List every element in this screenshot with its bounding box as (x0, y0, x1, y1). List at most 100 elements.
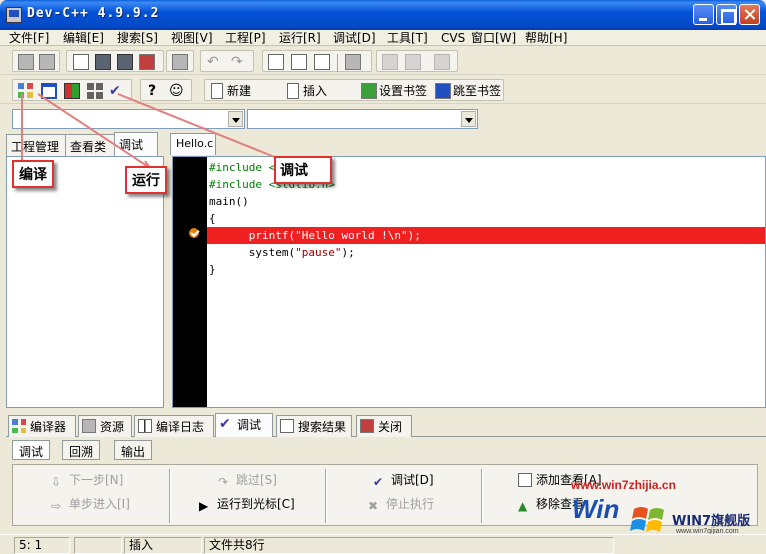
remove-icon[interactable] (434, 54, 450, 70)
stop-icon: ✖ (368, 499, 379, 513)
stop-button[interactable]: ✖ 停止执行 (368, 495, 434, 515)
string-literal: "pause" (295, 246, 342, 259)
minimize-button[interactable] (693, 4, 714, 25)
subtab-debug[interactable]: 调试 (12, 440, 51, 460)
tab-debug-output[interactable]: ✔ 调试 (215, 413, 273, 437)
compile-icon[interactable] (18, 83, 34, 99)
compile-log-icon (138, 419, 152, 433)
next-step-button[interactable]: ⇩ 下一步[N] (51, 471, 123, 491)
menu-window[interactable]: 窗口[W] (471, 30, 516, 46)
callout-debug: 调试 (274, 156, 332, 184)
watermark-badge: WIN7旗舰版 (672, 514, 751, 529)
about-icon[interactable]: ☺ (169, 82, 184, 100)
step-into-icon: ⇨ (51, 499, 62, 513)
toolbar-group-search (262, 50, 372, 72)
tab-class-browser[interactable]: 查看类 (65, 134, 115, 156)
close-file-icon[interactable] (139, 54, 155, 70)
remove-watch-icon: ▲ (518, 499, 528, 513)
code-line[interactable]: main() (207, 193, 765, 210)
menu-project[interactable]: 工程[P] (225, 30, 266, 46)
new-button[interactable]: 新建 (227, 83, 251, 99)
open-project-icon[interactable] (39, 54, 55, 70)
windows-logo-icon (630, 507, 664, 532)
print-icon[interactable] (172, 54, 188, 70)
tab-compiler[interactable]: 编译器 (8, 415, 76, 437)
new-project-icon[interactable] (18, 54, 34, 70)
next-step-icon: ⇩ (51, 475, 62, 489)
find-icon[interactable] (268, 54, 284, 70)
help-icon[interactable]: ? (148, 82, 156, 100)
code-line[interactable]: } (207, 261, 765, 278)
tab-compile-log[interactable]: 编译日志 (134, 415, 214, 437)
toolbar-group-undo: ↶ ↷ (200, 50, 254, 72)
save-all-icon[interactable] (117, 54, 133, 70)
run-to-cursor-button[interactable]: ▶ 运行到光标[C] (199, 495, 295, 515)
save-icon[interactable] (95, 54, 111, 70)
chevron-down-icon[interactable] (228, 111, 243, 127)
callout-compile: 编译 (12, 160, 54, 188)
new-icon[interactable] (211, 83, 223, 99)
gutter[interactable] (173, 157, 207, 407)
tab-project-manager[interactable]: 工程管理 (6, 134, 66, 156)
replace-icon[interactable] (291, 54, 307, 70)
back-icon[interactable] (382, 54, 398, 70)
menu-cvs[interactable]: CVS (441, 30, 465, 46)
breakpoint-line[interactable]: printf("Hello world !\n"); (207, 227, 765, 244)
new-file-icon[interactable] (73, 54, 89, 70)
code-line[interactable]: system("pause"); (207, 244, 765, 261)
tab-search-results[interactable]: 搜索结果 (276, 415, 352, 437)
goto-bookmark-icon[interactable] (435, 83, 451, 99)
menu-help[interactable]: 帮助[H] (525, 30, 567, 46)
run-icon[interactable] (41, 83, 57, 99)
status-bar: 5: 1 插入 文件共8行 (0, 534, 766, 554)
insert-button[interactable]: 插入 (303, 83, 327, 99)
member-combo[interactable] (247, 109, 478, 129)
redo-icon[interactable]: ↷ (231, 53, 243, 71)
watermark-url: www.win7zhijia.cn (571, 478, 676, 492)
menu-debug[interactable]: 调试[D] (333, 30, 376, 46)
find-next-icon[interactable] (314, 54, 330, 70)
tab-debug[interactable]: 调试 (114, 132, 158, 156)
app-icon[interactable] (6, 7, 22, 23)
tab-resources[interactable]: 资源 (78, 415, 132, 437)
close-button[interactable] (739, 4, 760, 25)
status-info: 文件共8行 (204, 537, 614, 554)
menu-tools[interactable]: 工具[T] (387, 30, 428, 46)
editor-tab-hello[interactable]: Hello.c (170, 133, 216, 155)
goto-bookmark-button[interactable]: 跳至书签 (453, 83, 501, 99)
toolbar-group-project (12, 50, 60, 72)
menu-run[interactable]: 运行[R] (279, 30, 321, 46)
toolbar-group-file (66, 50, 164, 72)
set-bookmark-icon[interactable] (361, 83, 377, 99)
debug-check-icon[interactable]: ✔ (109, 82, 121, 100)
tab-close[interactable]: 关闭 (356, 415, 412, 437)
search-icon (280, 419, 294, 433)
bottom-tabs: 编译器 资源 编译日志 ✔ 调试 搜索结果 关闭 (6, 413, 766, 437)
debug-check-icon: ✔ (373, 475, 384, 489)
subtab-output[interactable]: 输出 (114, 440, 153, 460)
undo-icon[interactable]: ↶ (207, 53, 219, 71)
menu-view[interactable]: 视图[V] (171, 30, 213, 46)
subtab-backtrace[interactable]: 回溯 (62, 440, 101, 460)
menu-edit[interactable]: 编辑[E] (63, 30, 104, 46)
chevron-down-icon[interactable] (461, 111, 476, 127)
code-editor[interactable]: #include <stdio.h> #include <stdlib.h> mai… (172, 156, 766, 408)
set-bookmark-button[interactable]: 设置书签 (379, 83, 427, 99)
status-mode: 插入 (124, 537, 202, 554)
code-line[interactable]: { (207, 210, 765, 227)
menu-file[interactable]: 文件[F] (9, 30, 49, 46)
close-icon (360, 419, 374, 433)
menu-search[interactable]: 搜索[S] (117, 30, 158, 46)
skip-button[interactable]: ↷ 跳过[S] (218, 471, 277, 491)
maximize-button[interactable] (716, 4, 737, 25)
insert-icon[interactable] (287, 83, 299, 99)
class-combo[interactable] (12, 109, 245, 129)
goto-line-icon[interactable] (345, 54, 361, 70)
forward-icon[interactable] (405, 54, 421, 70)
watermark-win: Win (572, 494, 620, 524)
compile-run-icon[interactable] (64, 83, 80, 99)
step-into-button[interactable]: ⇨ 单步进入[I] (51, 495, 130, 515)
toolbar-group-nav (376, 50, 458, 72)
rebuild-icon[interactable] (87, 83, 103, 99)
debug-button[interactable]: ✔ 调试[D] (373, 471, 434, 491)
